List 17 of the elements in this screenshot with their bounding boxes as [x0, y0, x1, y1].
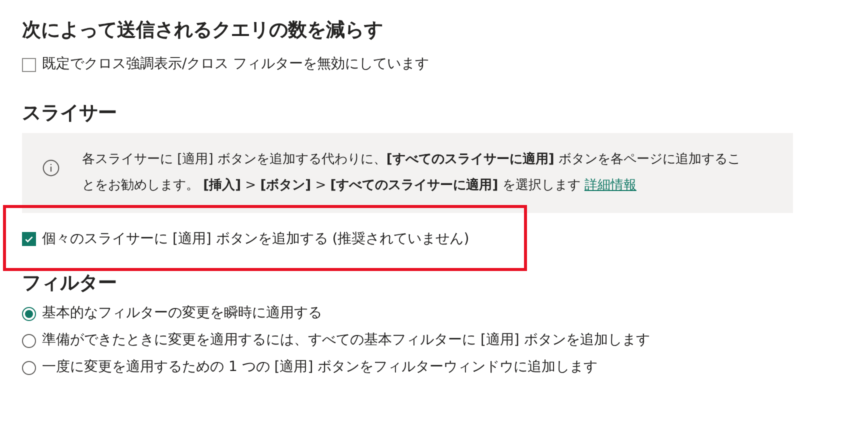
- checkbox-label: 既定でクロス強調表示/クロス フィルターを無効にしています: [42, 55, 430, 74]
- checkbox[interactable]: [22, 232, 36, 246]
- info-icon: [42, 159, 60, 177]
- checkbox[interactable]: [22, 58, 36, 72]
- radio-button[interactable]: [22, 334, 36, 348]
- checkmark-icon: [24, 234, 34, 244]
- section-title: フィルター: [22, 271, 118, 296]
- radio-button[interactable]: [22, 306, 36, 320]
- info-text: 各スライサーに [適用] ボタンを追加する代わりに、[すべてのスライサーに適用] ボタンを各ページに追加することをお勧めします。 [挿入] > [ボタン] > [すべてのスライサーに適用] を選択します 詳細情報: [81, 150, 742, 195]
- checkbox-label: 個々のスライサーに [適用] ボタンを追加する (推奨されていません): [42, 230, 470, 248]
- radio-button[interactable]: [22, 360, 36, 374]
- learn-more-link[interactable]: 詳細情報: [584, 178, 636, 193]
- section-title: スライサー: [22, 101, 118, 126]
- radio-label: 一度に変更を適用するための 1 つの [適用] ボタンをフィルターウィンドウに追加します: [42, 358, 598, 377]
- radio-label: 基本的なフィルターの変更を瞬時に適用する: [42, 304, 322, 323]
- radio-label: 準備ができたときに変更を適用するには、すべての基本フィルターに [適用] ボタンを追加します: [42, 331, 650, 350]
- section-title: 次によって送信されるクエリの数を減らす: [22, 18, 384, 43]
